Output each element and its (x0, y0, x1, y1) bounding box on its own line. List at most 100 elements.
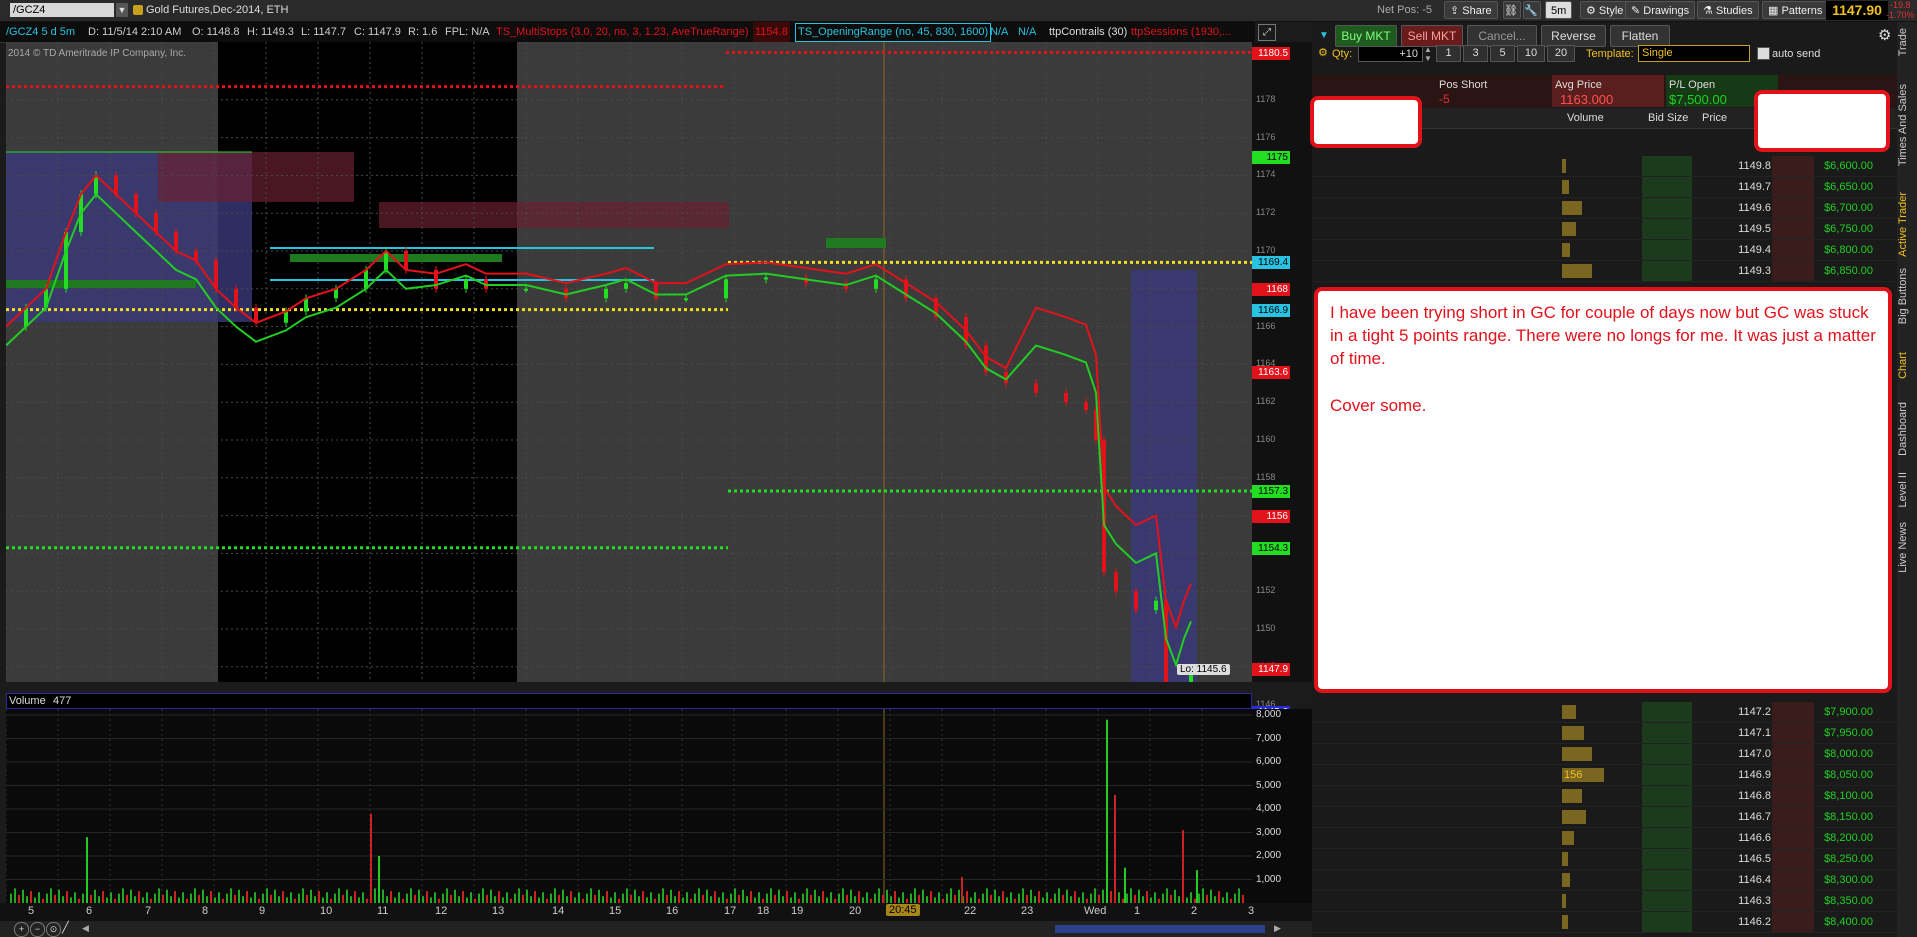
qty-preset-1[interactable]: 1 (1436, 45, 1461, 62)
drawings-button[interactable]: ✎ Drawings (1625, 1, 1696, 19)
ladder-row[interactable]: 1149.6 $6,700.00 (1312, 198, 1897, 219)
chart-symbol-label[interactable]: /GCZ4 5 d 5m (6, 22, 75, 42)
time-axis[interactable]: 567891011121314151617181920212223Wed1232… (0, 903, 1312, 921)
ask-cell[interactable] (1772, 219, 1814, 239)
symbol-dropdown-icon[interactable]: ▼ (116, 3, 128, 17)
bid-cell[interactable] (1642, 786, 1692, 806)
zoom-fit-icon[interactable]: ⊙ (46, 922, 61, 937)
bid-cell[interactable] (1642, 177, 1692, 197)
ask-cell[interactable] (1772, 198, 1814, 218)
ask-cell[interactable] (1772, 177, 1814, 197)
side-tab[interactable]: Big Buttons (1897, 268, 1917, 324)
study-openingrange[interactable]: TS_OpeningRange (no, 45, 830, 1600) (795, 23, 992, 42)
bid-cell[interactable] (1642, 702, 1692, 722)
ladder-row[interactable]: 1147.1 $7,950.00 (1312, 723, 1897, 744)
ask-cell[interactable] (1772, 723, 1814, 743)
side-tab[interactable]: Dashboard (1897, 402, 1917, 456)
ladder-row[interactable]: 1146.6 $8,200.00 (1312, 828, 1897, 849)
sell-market-button[interactable]: Sell MKT (1401, 25, 1463, 47)
timeframe-button[interactable]: 5m (1545, 1, 1573, 19)
ask-cell[interactable] (1772, 786, 1814, 806)
bid-cell[interactable] (1642, 198, 1692, 218)
symbol-input[interactable]: /GCZ4 (10, 3, 114, 17)
qty-preset-5[interactable]: 5 (1490, 45, 1515, 62)
bid-cell[interactable] (1642, 891, 1692, 911)
side-tab[interactable]: Level II (1897, 472, 1917, 507)
link-order-icon[interactable]: ⚙ (1318, 46, 1328, 59)
bid-cell[interactable] (1642, 849, 1692, 869)
side-tab[interactable]: Live News (1897, 522, 1917, 573)
ask-cell[interactable] (1772, 891, 1814, 911)
bid-cell[interactable] (1642, 723, 1692, 743)
price-chart[interactable]: 2014 © TD Ameritrade IP Company, Inc. Lo… (6, 42, 1252, 682)
flatten-button[interactable]: Flatten (1610, 25, 1670, 47)
ladder-row[interactable]: 1146.3 $8,350.00 (1312, 891, 1897, 912)
ask-cell[interactable] (1772, 156, 1814, 176)
volume-pane[interactable] (6, 709, 1252, 903)
qty-preset-20[interactable]: 20 (1547, 45, 1575, 62)
ladder-row[interactable]: 1149.3 $6,850.00 (1312, 261, 1897, 282)
study-multistops[interactable]: TS_MultiStops (3.0, 20, no, 3, 1.23, Ave… (496, 22, 749, 42)
ladder-row[interactable]: 1146.2 $8,400.00 (1312, 912, 1897, 933)
ladder-row[interactable]: 1149.7 $6,650.00 (1312, 177, 1897, 198)
reverse-button[interactable]: Reverse (1541, 25, 1606, 47)
ladder-row[interactable]: 1146.9 $8,050.00 (1312, 765, 1897, 786)
ask-cell[interactable] (1772, 765, 1814, 785)
side-tab[interactable]: Times And Sales (1897, 84, 1917, 166)
gear-icon[interactable]: ⚙ (1878, 26, 1891, 44)
bid-cell[interactable] (1642, 765, 1692, 785)
studies-button[interactable]: ⚗ Studies (1697, 1, 1759, 19)
ladder-row[interactable]: 1149.4 $6,800.00 (1312, 240, 1897, 261)
qty-input[interactable]: +10 (1358, 46, 1423, 62)
bid-cell[interactable] (1642, 219, 1692, 239)
ladder-row[interactable]: 1146.4 $8,300.00 (1312, 870, 1897, 891)
bid-cell[interactable] (1642, 261, 1692, 281)
bid-cell[interactable] (1642, 870, 1692, 890)
ladder-row[interactable]: 1149.8 $6,600.00 (1312, 156, 1897, 177)
ladder-row[interactable]: 1146.8 $8,100.00 (1312, 786, 1897, 807)
auto-send-checkbox[interactable] (1757, 47, 1770, 60)
ask-cell[interactable] (1772, 261, 1814, 281)
buy-market-button[interactable]: Buy MKT (1335, 25, 1397, 47)
price-axis[interactable]: 1178117611741172117011681166116411621160… (1252, 42, 1312, 746)
side-tab[interactable]: Trade (1897, 28, 1917, 56)
cancel-orders-button[interactable]: Cancel... (1467, 25, 1537, 47)
ask-cell[interactable] (1772, 849, 1814, 869)
side-tab[interactable]: Chart (1897, 352, 1917, 379)
study-contrails[interactable]: ttpContrails (30) (1049, 22, 1127, 42)
ask-cell[interactable] (1772, 702, 1814, 722)
ladder-row[interactable]: 1146.7 $8,150.00 (1312, 807, 1897, 828)
ladder-row[interactable]: 1147.0 $8,000.00 (1312, 744, 1897, 765)
ask-cell[interactable] (1772, 870, 1814, 890)
ask-cell[interactable] (1772, 240, 1814, 260)
scroll-left-icon[interactable]: ◀ (82, 923, 89, 934)
ask-cell[interactable] (1772, 744, 1814, 764)
bid-cell[interactable] (1642, 156, 1692, 176)
bid-cell[interactable] (1642, 828, 1692, 848)
zoom-in-icon[interactable]: + (14, 922, 29, 937)
patterns-button[interactable]: ▦ Patterns (1762, 1, 1829, 19)
ladder-row[interactable]: 1147.2 $7,900.00 (1312, 702, 1897, 723)
draw-line-icon[interactable]: ╱ (62, 922, 75, 935)
ladder-row[interactable]: 1146.5 $8,250.00 (1312, 849, 1897, 870)
bid-cell[interactable] (1642, 912, 1692, 932)
study-sessions[interactable]: ttpSessions (1930,... (1131, 22, 1231, 42)
ask-cell[interactable] (1772, 912, 1814, 932)
share-button[interactable]: ⇪ Share (1444, 1, 1498, 19)
template-select[interactable]: Single (1638, 45, 1750, 62)
horizontal-scrollbar[interactable] (1055, 925, 1265, 933)
qty-preset-3[interactable]: 3 (1463, 45, 1488, 62)
ask-cell[interactable] (1772, 807, 1814, 827)
bid-cell[interactable] (1642, 744, 1692, 764)
side-tab[interactable]: Active Trader (1897, 192, 1917, 257)
ladder-row[interactable]: 1149.5 $6,750.00 (1312, 219, 1897, 240)
qty-preset-10[interactable]: 10 (1517, 45, 1545, 62)
bid-cell[interactable] (1642, 240, 1692, 260)
bid-cell[interactable] (1642, 807, 1692, 827)
scroll-right-icon[interactable]: ▶ (1274, 923, 1281, 934)
qty-stepper-icon[interactable]: ▲ ▼ (1424, 45, 1432, 63)
chart-settings-icon[interactable]: ⤢ (1258, 24, 1276, 41)
style-button[interactable]: ⚙ Style (1580, 1, 1630, 19)
link-button[interactable]: ⛓ (1503, 1, 1521, 19)
ask-cell[interactable] (1772, 828, 1814, 848)
